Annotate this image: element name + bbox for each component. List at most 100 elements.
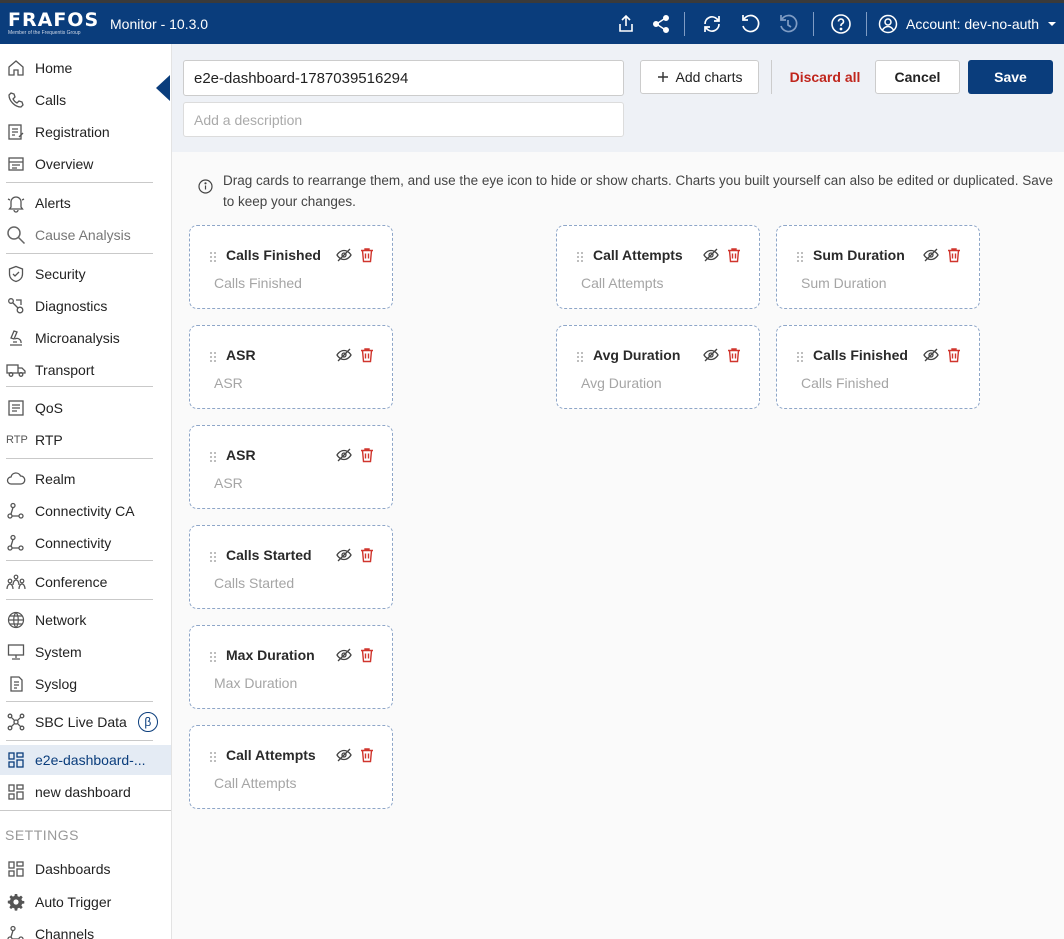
sidebar-item-network[interactable]: Network bbox=[0, 605, 171, 635]
hide-eye-icon[interactable] bbox=[923, 247, 939, 263]
sidebar-item-diagnostics[interactable]: Diagnostics bbox=[0, 291, 171, 321]
card-subtitle: Call Attempts bbox=[581, 275, 664, 291]
hide-eye-icon[interactable] bbox=[703, 247, 719, 263]
drag-handle-icon[interactable] bbox=[796, 250, 804, 262]
chart-card[interactable]: Calls Started Calls Started bbox=[189, 525, 393, 609]
hide-eye-icon[interactable] bbox=[336, 647, 352, 663]
drag-handle-icon[interactable] bbox=[209, 250, 217, 262]
hide-eye-icon[interactable] bbox=[336, 347, 352, 363]
globe-icon bbox=[6, 610, 26, 630]
drag-handle-icon[interactable] bbox=[576, 350, 584, 362]
sidebar-item-e2e-dashboard[interactable]: e2e-dashboard-... bbox=[0, 745, 171, 775]
card-subtitle: ASR bbox=[214, 475, 243, 491]
sidebar-item-sbc-live-data[interactable]: SBC Live Data β bbox=[0, 707, 171, 737]
sidebar-item-connectivity-ca[interactable]: Connectivity CA bbox=[0, 496, 171, 526]
drag-handle-icon[interactable] bbox=[209, 550, 217, 562]
chart-card[interactable]: Call Attempts Call Attempts bbox=[189, 725, 393, 809]
hide-eye-icon[interactable] bbox=[923, 347, 939, 363]
sidebar-item-calls[interactable]: Calls bbox=[0, 85, 171, 115]
share-icon[interactable] bbox=[649, 12, 673, 36]
hide-eye-icon[interactable] bbox=[703, 347, 719, 363]
chart-card[interactable]: Calls Finished Calls Finished bbox=[776, 325, 980, 409]
dashboard-name-input[interactable] bbox=[183, 60, 624, 96]
discard-all-button[interactable]: Discard all bbox=[785, 60, 865, 94]
chart-card[interactable]: Max Duration Max Duration bbox=[189, 625, 393, 709]
delete-trash-icon[interactable] bbox=[727, 347, 741, 363]
sidebar-item-security[interactable]: Security bbox=[0, 259, 171, 289]
help-icon[interactable] bbox=[829, 12, 853, 36]
sidebar-item-label: Home bbox=[35, 60, 73, 76]
delete-trash-icon[interactable] bbox=[360, 547, 374, 563]
info-icon bbox=[198, 179, 213, 194]
chart-card[interactable]: Call Attempts Call Attempts bbox=[556, 225, 760, 309]
drag-handle-icon[interactable] bbox=[576, 250, 584, 262]
sidebar-item-realm[interactable]: Realm bbox=[0, 464, 171, 494]
delete-trash-icon[interactable] bbox=[360, 347, 374, 363]
sidebar-item-dashboards[interactable]: Dashboards bbox=[0, 854, 171, 884]
delete-trash-icon[interactable] bbox=[360, 247, 374, 263]
sidebar-collapse-toggle[interactable] bbox=[156, 75, 170, 101]
delete-trash-icon[interactable] bbox=[947, 347, 961, 363]
sidebar-item-cause-analysis[interactable]: Cause Analysis bbox=[0, 220, 171, 250]
delete-trash-icon[interactable] bbox=[947, 247, 961, 263]
sidebar-item-label: Connectivity CA bbox=[35, 503, 135, 519]
chart-card[interactable]: ASR ASR bbox=[189, 425, 393, 509]
card-subtitle: Calls Finished bbox=[801, 375, 889, 391]
plus-icon bbox=[657, 72, 668, 82]
sidebar-divider bbox=[6, 458, 153, 459]
drag-handle-icon[interactable] bbox=[209, 750, 217, 762]
hide-eye-icon[interactable] bbox=[336, 547, 352, 563]
sidebar-item-registration[interactable]: Registration bbox=[0, 117, 171, 147]
sidebar-item-conference[interactable]: Conference bbox=[0, 567, 171, 597]
chart-card[interactable]: ASR ASR bbox=[189, 325, 393, 409]
drag-handle-icon[interactable] bbox=[209, 350, 217, 362]
sidebar-item-auto-trigger[interactable]: Auto Trigger bbox=[0, 887, 171, 917]
delete-trash-icon[interactable] bbox=[727, 247, 741, 263]
sidebar-item-microanalysis[interactable]: Microanalysis bbox=[0, 323, 171, 353]
card-title: Sum Duration bbox=[813, 247, 905, 263]
truck-icon bbox=[6, 360, 26, 380]
chart-card[interactable]: Calls Finished Calls Finished bbox=[189, 225, 393, 309]
sidebar-item-qos[interactable]: QoS bbox=[0, 393, 171, 423]
delete-trash-icon[interactable] bbox=[360, 747, 374, 763]
drag-handle-icon[interactable] bbox=[796, 350, 804, 362]
sidebar-item-alerts[interactable]: Alerts bbox=[0, 188, 171, 218]
sidebar-item-syslog[interactable]: Syslog bbox=[0, 669, 171, 699]
bell-icon bbox=[6, 193, 26, 213]
sidebar-item-label: System bbox=[35, 644, 82, 660]
sync-icon[interactable] bbox=[700, 12, 724, 36]
hide-eye-icon[interactable] bbox=[336, 247, 352, 263]
sidebar-item-connectivity[interactable]: Connectivity bbox=[0, 528, 171, 558]
sidebar-item-new-dashboard[interactable]: new dashboard bbox=[0, 777, 171, 807]
chart-card[interactable]: Avg Duration Avg Duration bbox=[556, 325, 760, 409]
drag-handle-icon[interactable] bbox=[209, 650, 217, 662]
brand-name: FRAFOS bbox=[8, 9, 100, 31]
sidebar-item-home[interactable]: Home bbox=[0, 53, 171, 83]
add-charts-button[interactable]: Add charts bbox=[640, 60, 759, 94]
sidebar-item-system[interactable]: System bbox=[0, 637, 171, 667]
hide-eye-icon[interactable] bbox=[336, 747, 352, 763]
export-icon[interactable] bbox=[614, 12, 638, 36]
sidebar-item-label: Syslog bbox=[35, 676, 78, 692]
connectivity-ca-icon bbox=[6, 501, 26, 521]
sidebar-item-overview[interactable]: Overview bbox=[0, 149, 171, 179]
save-button[interactable]: Save bbox=[968, 60, 1053, 94]
sidebar-item-rtp[interactable]: RTP RTP bbox=[0, 425, 171, 455]
delete-trash-icon[interactable] bbox=[360, 447, 374, 463]
brand-logo[interactable]: FRAFOS Member of the Frequentis Group bbox=[8, 10, 98, 40]
hide-eye-icon[interactable] bbox=[336, 447, 352, 463]
card-subtitle: Sum Duration bbox=[801, 275, 887, 291]
history-icon[interactable] bbox=[776, 12, 800, 36]
dashboard-description-input[interactable] bbox=[183, 102, 624, 137]
sidebar-item-label: e2e-dashboard-... bbox=[35, 752, 146, 768]
sidebar-item-channels[interactable]: Channels bbox=[0, 919, 171, 939]
refresh-icon[interactable] bbox=[738, 12, 762, 36]
syslog-icon bbox=[6, 674, 26, 694]
sidebar-item-transport[interactable]: Transport bbox=[0, 355, 171, 385]
chart-card[interactable]: Sum Duration Sum Duration bbox=[776, 225, 980, 309]
drag-handle-icon[interactable] bbox=[209, 450, 217, 462]
delete-trash-icon[interactable] bbox=[360, 647, 374, 663]
account-menu[interactable]: Account: dev-no-auth bbox=[878, 12, 1057, 36]
registration-icon bbox=[6, 122, 26, 142]
cancel-button[interactable]: Cancel bbox=[875, 60, 960, 94]
